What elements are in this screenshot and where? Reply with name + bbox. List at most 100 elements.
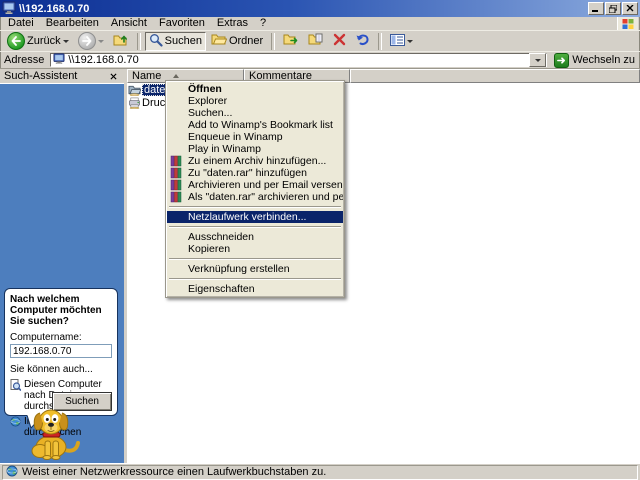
go-icon — [554, 53, 569, 68]
delete-icon — [333, 33, 346, 49]
move-to-button[interactable] — [279, 32, 303, 51]
computer-icon — [53, 53, 65, 67]
up-button[interactable] — [109, 32, 133, 51]
up-folder-icon — [113, 33, 129, 50]
computername-label: Computername: — [10, 332, 112, 343]
toolbar-separator — [378, 33, 382, 50]
menu-bar: Datei Bearbeiten Ansicht Favoriten Extra… — [0, 17, 640, 30]
menu-item-label: Ausschneiden — [188, 231, 254, 243]
menu-item-label: Suchen... — [188, 107, 232, 119]
forward-dropdown-icon — [98, 40, 104, 43]
menu-item-label: Eigenschaften — [188, 283, 255, 295]
sort-ascending-icon — [173, 74, 179, 78]
context-menu: Öffnen Explorer Suchen... Add to Winamp'… — [165, 80, 345, 298]
search-assistant-body: Nach welchem Computer möchten Sie suchen… — [0, 83, 124, 463]
go-label: Wechseln zu — [572, 54, 635, 66]
also-label: Sie können auch... — [10, 364, 112, 375]
menu-hilfe[interactable]: ? — [254, 17, 272, 30]
window-title: \\192.168.0.70 — [19, 3, 587, 15]
folders-button[interactable]: Ordner — [207, 32, 267, 51]
search-assistant-panel: Such-Assistent Nach welchem Computer möc… — [0, 69, 124, 463]
menu-item-label: Archivieren und per Email versenden... — [188, 179, 343, 191]
dog-assistant[interactable] — [12, 408, 90, 463]
standard-toolbar: Zurück Suchen Ordner — [0, 30, 640, 51]
search-assistant-title: Such-Assistent — [4, 70, 77, 82]
menu-item-label: Zu "daten.rar" hinzufügen — [188, 167, 307, 179]
column-name-label: Name — [132, 70, 161, 82]
context-menu-item-properties[interactable]: Eigenschaften — [167, 283, 343, 295]
title-bar: \\192.168.0.70 — [0, 0, 640, 17]
column-header-filler — [350, 69, 640, 83]
address-label: Adresse — [2, 54, 46, 66]
copy-to-icon — [308, 33, 324, 49]
context-menu-item-copy[interactable]: Kopieren — [167, 243, 343, 255]
context-menu-item-add-to-daten-rar[interactable]: Zu "daten.rar" hinzufügen — [167, 167, 343, 179]
search-question: Nach welchem Computer möchten Sie suchen… — [10, 294, 112, 327]
menu-separator — [169, 206, 341, 208]
menu-item-label: Netzlaufwerk verbinden... — [188, 211, 306, 223]
status-bar: Weist einer Netzwerkressource einen Lauf… — [0, 463, 640, 480]
go-button[interactable]: Wechseln zu — [551, 52, 638, 68]
menu-extras[interactable]: Extras — [211, 17, 254, 30]
search-file-icon — [10, 379, 21, 394]
search-label: Suchen — [165, 35, 202, 47]
menu-favoriten[interactable]: Favoriten — [153, 17, 211, 30]
search-button[interactable]: Suchen — [145, 32, 206, 51]
winrar-icon — [170, 191, 182, 203]
winrar-icon — [170, 179, 182, 191]
back-button[interactable]: Zurück — [3, 32, 73, 51]
menu-ansicht[interactable]: Ansicht — [105, 17, 153, 30]
menu-item-label: Zu einem Archiv hinzufügen... — [188, 155, 326, 167]
copy-to-button[interactable] — [304, 32, 328, 51]
move-to-icon — [283, 33, 299, 49]
computer-icon — [2, 1, 16, 17]
context-menu-item-archive-and-email[interactable]: Archivieren und per Email versenden... — [167, 179, 343, 191]
close-sidebar-button[interactable] — [107, 70, 120, 82]
computername-input[interactable] — [10, 344, 112, 358]
context-menu-item-search[interactable]: Suchen... — [167, 107, 343, 119]
context-menu-item-winamp-bookmark[interactable]: Add to Winamp's Bookmark list — [167, 119, 343, 131]
context-menu-item-cut[interactable]: Ausschneiden — [167, 231, 343, 243]
undo-button[interactable] — [351, 32, 374, 51]
menu-item-label: Verknüpfung erstellen — [188, 263, 290, 275]
close-button[interactable] — [622, 2, 638, 15]
back-dropdown-icon — [63, 40, 69, 43]
forward-button[interactable] — [74, 32, 108, 51]
menu-datei[interactable]: Datei — [2, 17, 40, 30]
context-menu-item-map-network-drive[interactable]: Netzlaufwerk verbinden... — [167, 211, 343, 223]
globe-icon — [6, 465, 18, 480]
forward-icon — [78, 32, 96, 50]
folders-label: Ordner — [229, 35, 263, 47]
context-menu-item-create-shortcut[interactable]: Verknüpfung erstellen — [167, 263, 343, 275]
search-icon — [149, 33, 163, 50]
context-menu-item-archive-as-daten-rar-and-email[interactable]: Als "daten.rar" archivieren und per Emai… — [167, 191, 343, 203]
menu-separator — [169, 278, 341, 280]
status-pane: Weist einer Netzwerkressource einen Lauf… — [2, 465, 638, 480]
menu-item-label: Play in Winamp — [188, 143, 261, 155]
menu-item-label: Explorer — [188, 95, 227, 107]
context-menu-item-winamp-enqueue[interactable]: Enqueue in Winamp — [167, 131, 343, 143]
restore-button[interactable] — [605, 2, 621, 15]
menu-item-label: Als "daten.rar" archivieren und per Emai… — [188, 191, 343, 203]
context-menu-item-add-to-archive[interactable]: Zu einem Archiv hinzufügen... — [167, 155, 343, 167]
views-button[interactable] — [386, 32, 417, 51]
context-menu-item-winamp-play[interactable]: Play in Winamp — [167, 143, 343, 155]
address-value[interactable]: \\192.168.0.70 — [68, 54, 529, 66]
minimize-button[interactable] — [588, 2, 604, 15]
address-field[interactable]: \\192.168.0.70 — [50, 53, 547, 67]
menu-separator — [169, 258, 341, 260]
back-label: Zurück — [27, 35, 61, 47]
context-menu-item-open[interactable]: Öffnen — [167, 83, 343, 95]
context-menu-item-explorer[interactable]: Explorer — [167, 95, 343, 107]
delete-button[interactable] — [329, 32, 350, 51]
winrar-icon — [170, 167, 182, 179]
toolbar-separator — [137, 33, 141, 50]
back-icon — [7, 32, 25, 50]
menu-bearbeiten[interactable]: Bearbeiten — [40, 17, 105, 30]
folders-icon — [211, 33, 227, 49]
search-bubble: Nach welchem Computer möchten Sie suchen… — [4, 288, 118, 416]
status-text: Weist einer Netzwerkressource einen Lauf… — [22, 466, 326, 478]
toolbar-separator — [271, 33, 275, 50]
address-dropdown-button[interactable] — [529, 53, 546, 67]
explorer-window: \\192.168.0.70 Datei Bearbeiten Ansicht … — [0, 0, 640, 480]
